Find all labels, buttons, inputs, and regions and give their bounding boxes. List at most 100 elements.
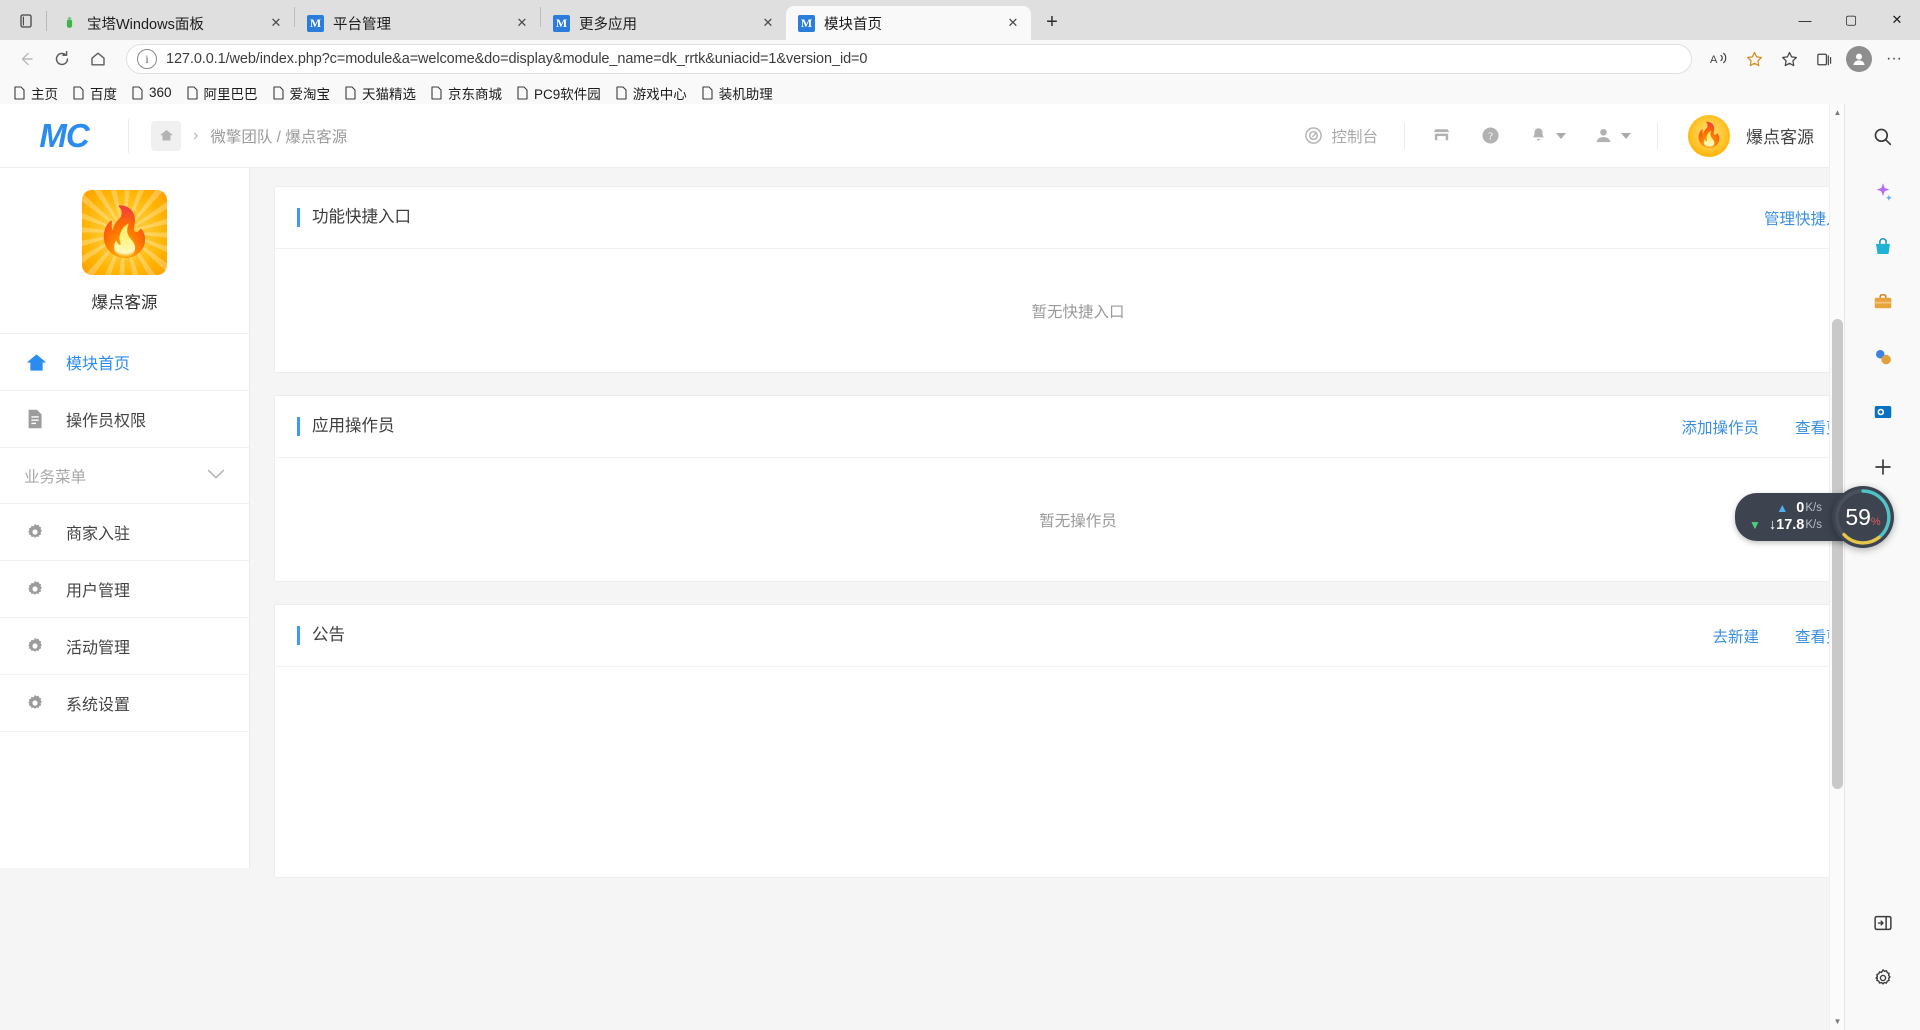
network-monitor-widget[interactable]: ▲ 0 K/s ▼ ↓17.8 K/s 59% [1735, 486, 1894, 548]
browser-toolbar: i 127.0.0.1/web/index.php?c=module&a=wel… [0, 40, 1920, 78]
new-tab-button[interactable]: + [1037, 7, 1067, 37]
flame-icon: 🔥 [1694, 124, 1724, 148]
help-icon[interactable]: ? [1466, 125, 1515, 146]
close-icon[interactable]: ✕ [510, 11, 534, 35]
sidebar-brand-name: 爆点客源 [0, 289, 249, 313]
bookmark-label: 360 [149, 85, 172, 100]
outlook-icon[interactable] [1862, 391, 1904, 433]
sidebar-item-activity-management[interactable]: 活动管理 [0, 618, 249, 675]
content-top-spacer [274, 168, 1882, 186]
page-scrollbar[interactable]: ▲ ▼ [1829, 104, 1844, 1030]
card-body [275, 667, 1881, 877]
page-icon [344, 86, 357, 100]
search-icon[interactable] [1862, 116, 1904, 158]
sidebar-item-label: 商家入驻 [66, 520, 130, 544]
add-operator-link[interactable]: 添加操作员 [1681, 416, 1759, 438]
favorites-icon[interactable] [1773, 43, 1805, 75]
close-icon[interactable]: ✕ [756, 11, 780, 35]
bookmark-label: PC9软件园 [534, 83, 601, 103]
sidebar-item-module-home[interactable]: 模块首页 [0, 334, 249, 391]
home-icon[interactable] [151, 121, 181, 151]
tools-icon[interactable] [1862, 281, 1904, 323]
notifications-bell[interactable] [1515, 126, 1580, 145]
card-body: 暂无操作员 [275, 458, 1881, 581]
app-logo[interactable]: MC [0, 104, 128, 168]
profile-avatar[interactable] [1843, 43, 1875, 75]
scroll-up-arrow[interactable]: ▲ [1830, 104, 1845, 121]
bookmark-item[interactable]: 主页 [6, 80, 65, 106]
bookmark-item[interactable]: 百度 [65, 80, 124, 106]
add-icon[interactable] [1862, 446, 1904, 488]
bookmark-item[interactable]: 京东商城 [423, 80, 509, 106]
page-icon [516, 86, 529, 100]
games-icon[interactable] [1862, 336, 1904, 378]
tab-strip-divider [46, 11, 47, 31]
bookmark-item[interactable]: PC9软件园 [509, 80, 608, 106]
browser-tab-active[interactable]: M 模块首页 ✕ [786, 6, 1031, 40]
split-screen-icon[interactable] [1862, 902, 1904, 944]
bookmark-item[interactable]: 装机助理 [694, 80, 780, 106]
home-icon[interactable] [82, 43, 114, 75]
maximize-button[interactable]: ▢ [1828, 4, 1874, 36]
download-speed-value: ↓17.8 [1769, 517, 1804, 534]
svg-text:A: A [1710, 54, 1718, 66]
tab-title: 平台管理 [333, 13, 510, 34]
edge-sidebar-rail [1844, 104, 1920, 1030]
tab-list-icon[interactable] [8, 4, 44, 38]
sidebar-item-label: 模块首页 [66, 350, 130, 374]
sidebar-item-system-settings[interactable]: 系统设置 [0, 675, 249, 732]
bookmark-item[interactable]: 360 [124, 82, 179, 103]
cpu-percent-value: 59% [1845, 504, 1880, 531]
site-info-icon[interactable]: i [137, 49, 157, 69]
address-bar[interactable]: i 127.0.0.1/web/index.php?c=module&a=wel… [126, 44, 1692, 74]
close-icon[interactable]: ✕ [1001, 11, 1025, 35]
cpu-usage-gauge[interactable]: 59% [1832, 486, 1894, 548]
card-quick-entries: 功能快捷入口 管理快捷入口 暂无快捷入口 [274, 186, 1882, 373]
account-menu[interactable] [1580, 126, 1645, 145]
browser-tab[interactable]: M 更多应用 ✕ [541, 6, 786, 40]
sidebar-group-business-menu[interactable]: 业务菜单 [0, 448, 249, 504]
reload-icon[interactable] [46, 43, 78, 75]
url-text[interactable]: 127.0.0.1/web/index.php?c=module&a=welco… [166, 51, 867, 67]
collections-icon[interactable] [1808, 43, 1840, 75]
bookmark-item[interactable]: 游戏中心 [608, 80, 694, 106]
page-icon [430, 86, 443, 100]
avatar [1846, 46, 1872, 72]
settings-gear-icon[interactable] [1862, 957, 1904, 999]
sidebar-item-merchant-entry[interactable]: 商家入驻 [0, 504, 249, 561]
scrollbar-thumb[interactable] [1832, 319, 1843, 789]
breadcrumb-path[interactable]: 微擎团队 / 爆点客源 [210, 125, 347, 147]
create-announcement-link[interactable]: 去新建 [1712, 625, 1759, 647]
close-window-button[interactable]: ✕ [1874, 4, 1920, 36]
page-icon [13, 86, 26, 100]
bookmark-item[interactable]: 阿里巴巴 [179, 80, 265, 106]
scroll-down-arrow[interactable]: ▼ [1830, 1013, 1845, 1030]
flame-logo: 🔥 [82, 190, 167, 275]
browser-tab[interactable]: 宝塔Windows面板 ✕ [49, 6, 294, 40]
sidebar-brand: 🔥 爆点客源 [0, 168, 249, 334]
console-link[interactable]: 控制台 [1290, 125, 1392, 147]
browser-tab[interactable]: M 平台管理 ✕ [295, 6, 540, 40]
empty-state-text: 暂无快捷入口 [1031, 300, 1124, 322]
shopping-icon[interactable] [1862, 226, 1904, 268]
bell-icon [1529, 126, 1548, 145]
store-icon[interactable] [1417, 125, 1466, 146]
tab-title: 更多应用 [579, 13, 756, 34]
minimize-button[interactable]: — [1782, 4, 1828, 36]
settings-more-icon[interactable]: ··· [1878, 43, 1910, 75]
bt-icon [61, 15, 78, 32]
bookmark-item[interactable]: 爱淘宝 [265, 80, 338, 106]
close-icon[interactable]: ✕ [264, 11, 288, 35]
read-aloud-icon[interactable]: A [1703, 43, 1735, 75]
add-favorite-icon[interactable] [1738, 43, 1770, 75]
card-header: 应用操作员 添加操作员 查看更多 [275, 396, 1881, 458]
copilot-icon[interactable] [1862, 171, 1904, 213]
back-icon[interactable] [10, 43, 42, 75]
card-title: 功能快捷入口 [297, 208, 411, 227]
sidebar-item-operator-permission[interactable]: 操作员权限 [0, 391, 249, 448]
sidebar-item-label: 操作员权限 [66, 407, 146, 431]
chevron-down-icon [1621, 133, 1631, 139]
header-actions: 控制台 ? 🔥 爆点客源 [1290, 104, 1920, 168]
sidebar-item-user-management[interactable]: 用户管理 [0, 561, 249, 618]
bookmark-item[interactable]: 天猫精选 [337, 80, 423, 106]
